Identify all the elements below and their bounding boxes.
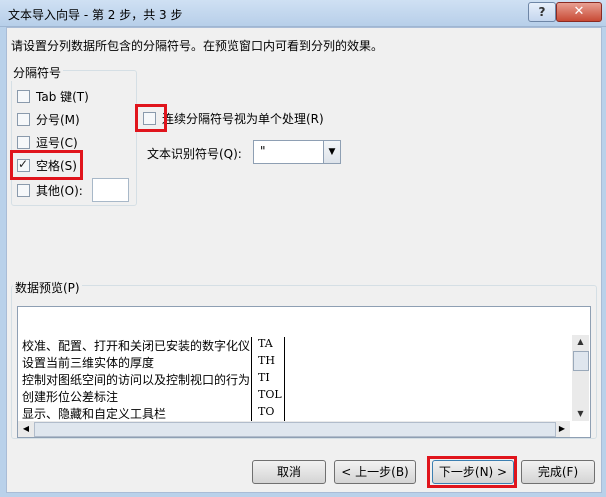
checkbox-tab[interactable]: Tab 键(T) <box>17 87 89 105</box>
checkbox-box[interactable] <box>17 135 30 149</box>
checkbox-box[interactable] <box>17 183 30 197</box>
preview-cell: 显示、隐藏和自定义工具栏 <box>22 407 167 421</box>
scroll-left-icon[interactable]: ◀ <box>18 421 34 437</box>
scroll-up-icon[interactable]: ▲ <box>572 335 589 349</box>
checkbox-consecutive-label: 连续分隔符号视为单个处理(R) <box>162 111 324 126</box>
close-button[interactable]: ✕ <box>556 2 602 22</box>
preview-cell: 控制对图纸空间的访问以及控制视口的行为 <box>22 373 251 387</box>
dialog-body: 请设置分列数据所包含的分隔符号。在预览窗口内可看到分列的效果。 分隔符号 Tab… <box>6 27 602 493</box>
red-highlight-consecutive <box>135 104 167 132</box>
column-separator[interactable] <box>284 337 285 421</box>
checkbox-box[interactable] <box>17 89 30 103</box>
cancel-button[interactable]: 取消 <box>252 460 326 484</box>
scroll-down-icon[interactable]: ▼ <box>572 407 589 421</box>
scroll-thumb[interactable] <box>573 351 589 371</box>
preview-cell: 创建形位公差标注 <box>22 390 119 404</box>
preview-cell: 校准、配置、打开和关闭已安装的数字化仪 <box>22 339 251 353</box>
checkbox-other[interactable]: 其他(O): <box>17 181 83 199</box>
preview-cell: TA <box>258 337 273 350</box>
finish-button[interactable]: 完成(F) <box>521 460 595 484</box>
scroll-right-icon[interactable]: ▶ <box>554 421 570 437</box>
preview-group-legend: 数据预览(P) <box>13 279 82 296</box>
preview-cell: TOL <box>258 388 282 401</box>
checkbox-other-label: 其他(O): <box>36 183 83 198</box>
preview-row: 设置当前三维实体的厚度 TH <box>22 354 275 371</box>
checkbox-comma[interactable]: 逗号(C) <box>17 133 78 151</box>
horizontal-scrollbar[interactable]: ◀ ▶ <box>18 421 570 437</box>
help-button[interactable]: ? <box>528 2 556 22</box>
column-separator[interactable] <box>251 337 252 421</box>
vertical-scrollbar[interactable]: ▲ ▼ <box>572 335 589 421</box>
other-delimiter-input[interactable] <box>92 178 129 202</box>
preview-cell: TH <box>258 354 275 367</box>
text-qualifier-value: " <box>260 144 266 158</box>
checkbox-box[interactable] <box>17 112 30 126</box>
preview-row: 创建形位公差标注 TOL <box>22 388 282 405</box>
red-highlight-next <box>427 456 517 488</box>
preview-cell: TO <box>258 405 275 418</box>
red-highlight-space <box>10 150 83 180</box>
chevron-down-icon[interactable]: ▼ <box>323 141 340 163</box>
data-preview[interactable]: 校准、配置、打开和关闭已安装的数字化仪 TA 设置当前三维实体的厚度 TH 控制… <box>17 306 591 438</box>
title-bar: 文本导入向导 - 第 2 步，共 3 步 ? ✕ <box>0 0 606 27</box>
window-title: 文本导入向导 - 第 2 步，共 3 步 <box>8 8 183 22</box>
text-qualifier-label: 文本识别符号(Q): <box>147 147 242 161</box>
preview-cell: TI <box>258 371 270 384</box>
checkbox-tab-label: Tab 键(T) <box>36 89 89 104</box>
checkbox-semicolon-label: 分号(M) <box>36 112 80 127</box>
preview-grid: 校准、配置、打开和关闭已安装的数字化仪 TA 设置当前三维实体的厚度 TH 控制… <box>18 337 570 421</box>
preview-row: 控制对图纸空间的访问以及控制视口的行为 TI <box>22 371 270 388</box>
checkbox-consecutive[interactable]: 连续分隔符号视为单个处理(R) <box>143 109 324 127</box>
back-button[interactable]: < 上一步(B) <box>334 460 416 484</box>
preview-row: 校准、配置、打开和关闭已安装的数字化仪 TA <box>22 337 273 354</box>
preview-cell: 设置当前三维实体的厚度 <box>22 356 155 370</box>
checkbox-comma-label: 逗号(C) <box>36 135 78 150</box>
text-qualifier-select[interactable]: " ▼ <box>253 140 341 164</box>
delimiter-group-legend: 分隔符号 <box>11 64 64 81</box>
scroll-thumb[interactable] <box>34 422 556 437</box>
preview-row: 显示、隐藏和自定义工具栏 TO <box>22 405 274 422</box>
checkbox-semicolon[interactable]: 分号(M) <box>17 110 80 128</box>
instruction-text: 请设置分列数据所包含的分隔符号。在预览窗口内可看到分列的效果。 <box>11 39 384 53</box>
